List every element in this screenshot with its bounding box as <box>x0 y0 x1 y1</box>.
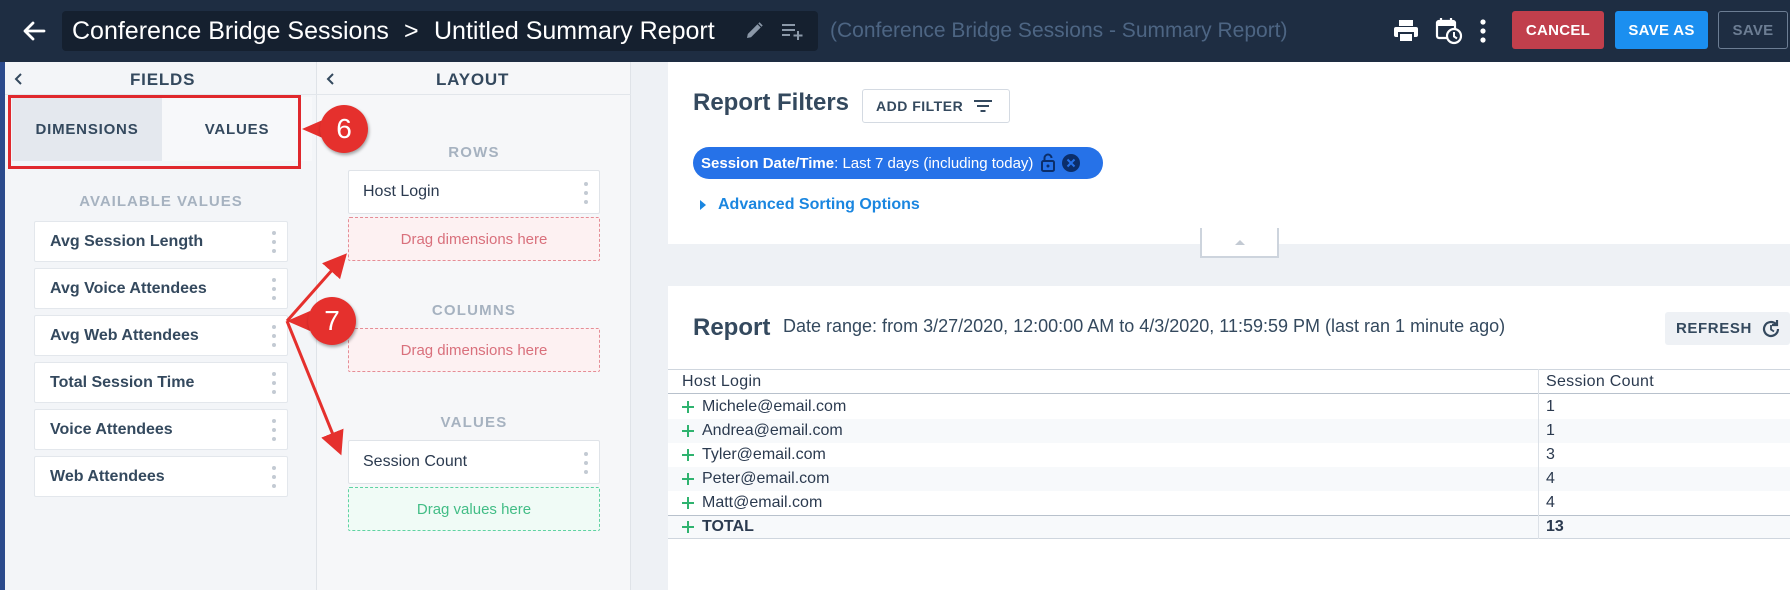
annotation-badge-7: 7 <box>308 297 356 345</box>
annotation-arrows <box>285 119 347 456</box>
annotation-badge-6: 6 <box>320 105 368 153</box>
